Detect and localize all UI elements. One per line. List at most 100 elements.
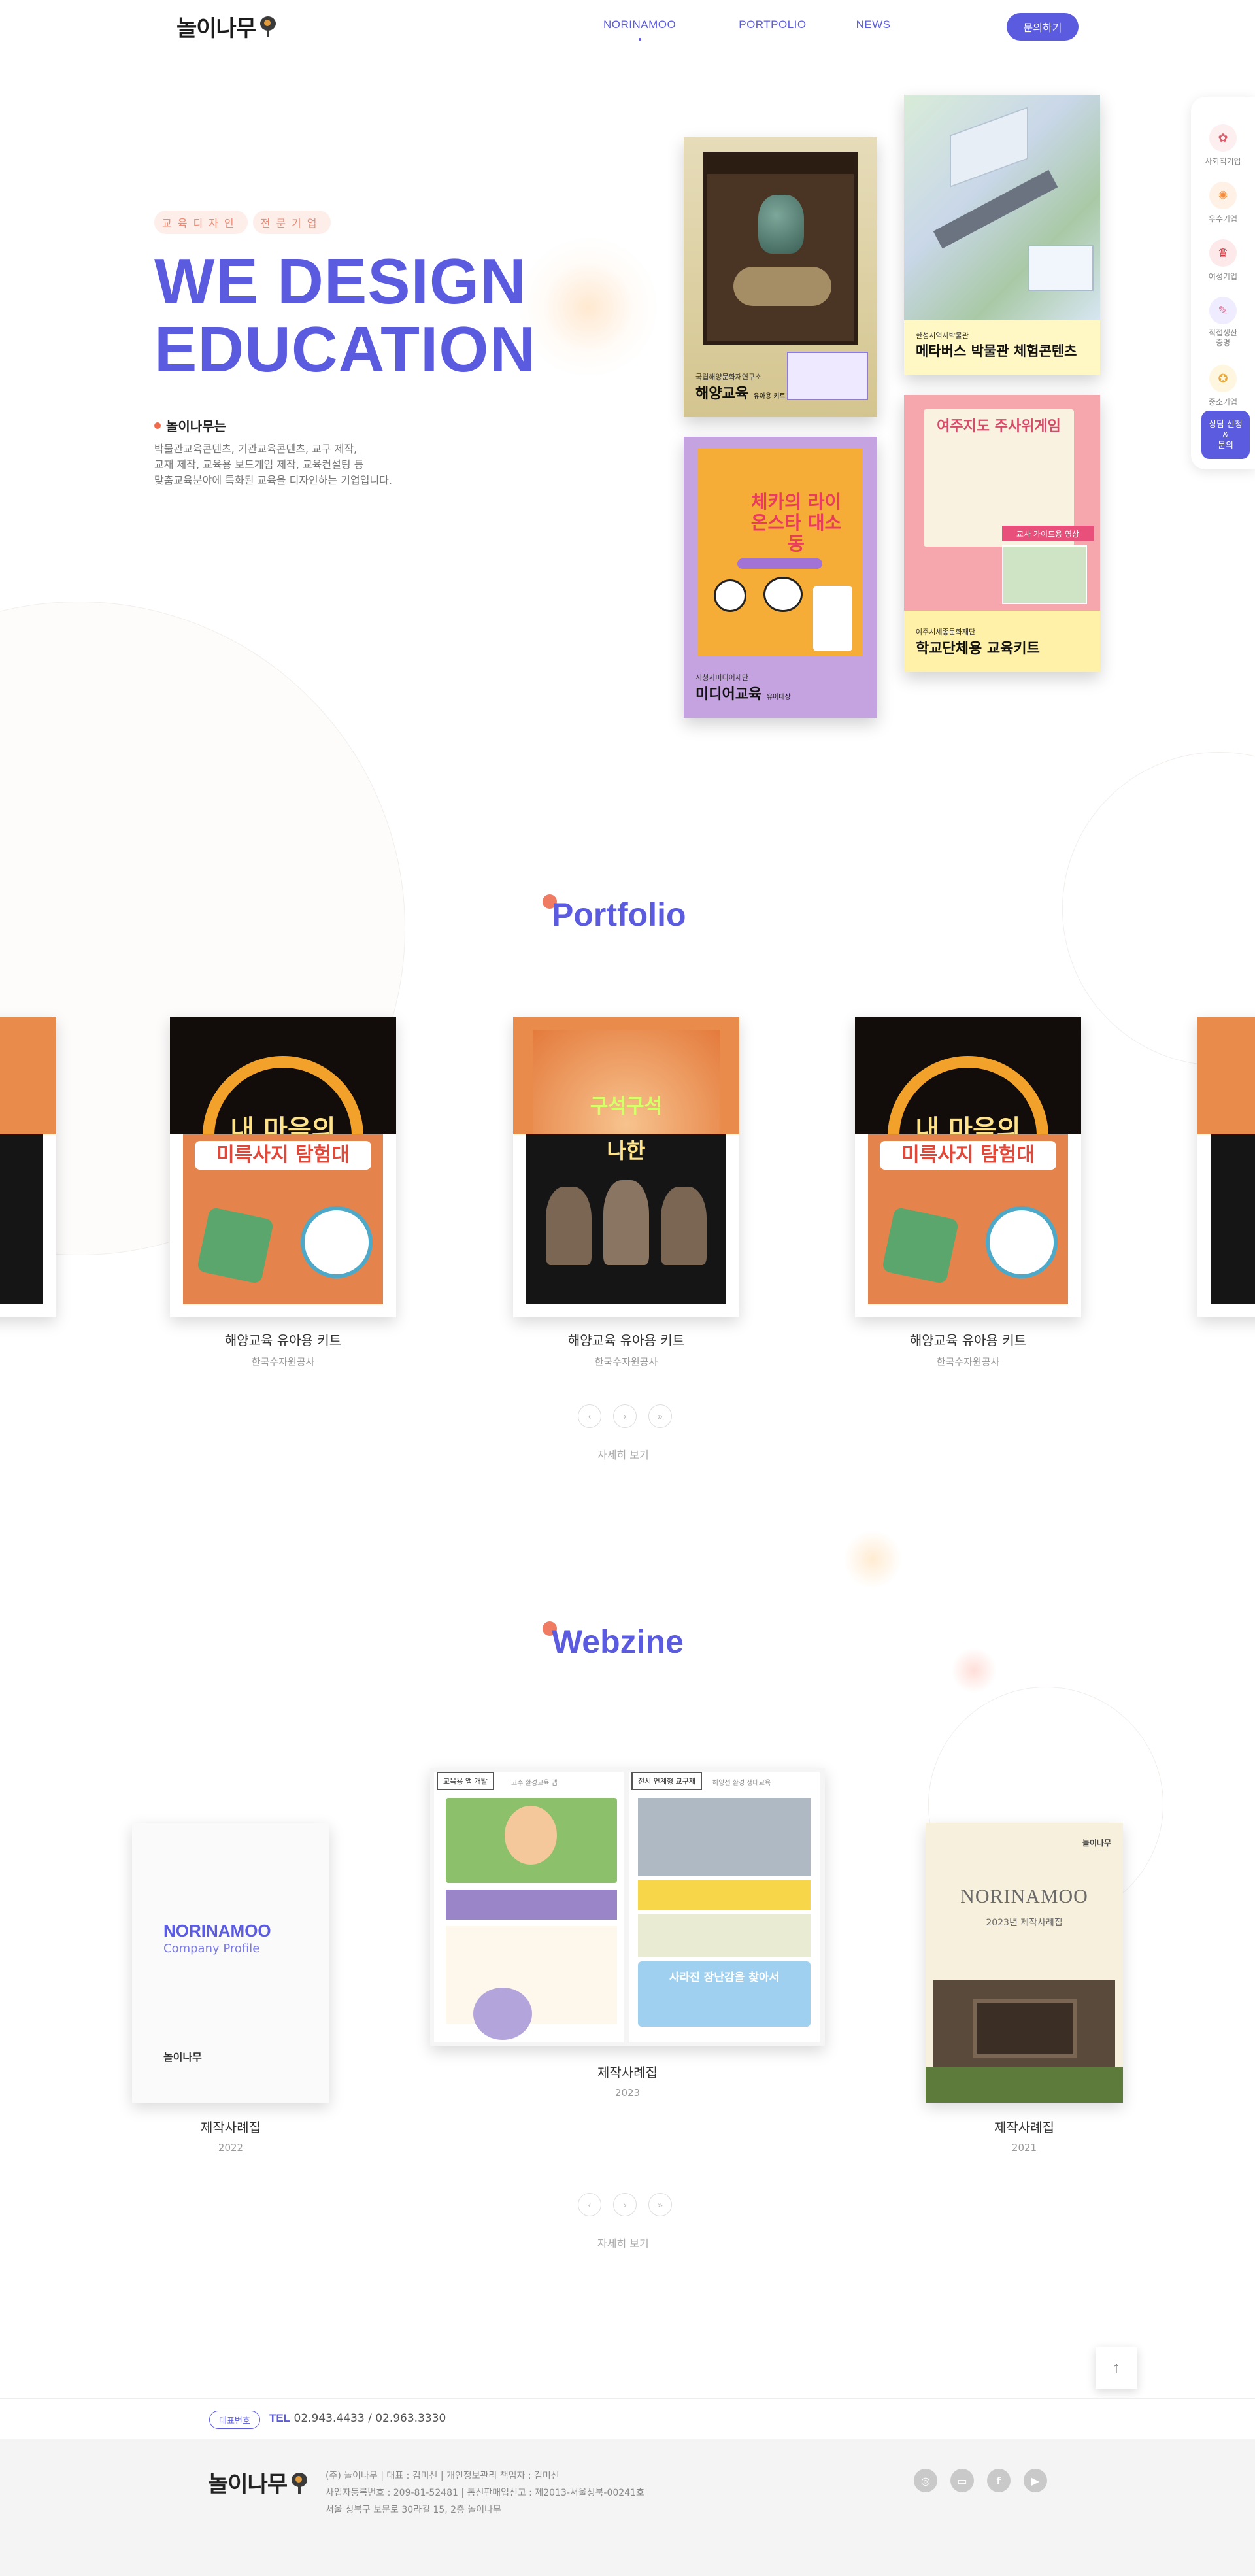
site-footer: 놀이나무 (주) 놀이나무 | 대표 : 김미선 | 개인정보관리 책임자 : … bbox=[0, 2439, 1255, 2576]
tel-value: 02.943.4433 / 02.963.3330 bbox=[293, 2412, 446, 2425]
tel-label: TEL bbox=[269, 2412, 291, 2424]
portfolio-card[interactable]: 내 마음의 미륵사지 탐험대 bbox=[855, 1017, 1081, 1317]
quick-label: 여성기업 bbox=[1208, 272, 1238, 281]
portfolio-card-title[interactable]: 해양교육 유아용 키트 bbox=[513, 1330, 739, 1349]
boardgame-cover: 여주지도 주사위게임 교사 가이드용 영상 bbox=[904, 395, 1100, 611]
cover-subtitle: Company Profile bbox=[163, 1942, 260, 1956]
portfolio-more-link[interactable]: 자세히 보기 bbox=[597, 1446, 649, 1462]
cover-brand: NORINAMOO bbox=[960, 1886, 1088, 1907]
portfolio-card[interactable]: 내 마음의 미륵사지 탐험대 bbox=[170, 1017, 396, 1317]
portfolio-card-title[interactable]: 해양교육 유아용 키트 bbox=[855, 1330, 1081, 1349]
prev-arrow-icon[interactable]: ‹ bbox=[578, 2193, 601, 2216]
book-caption: 한성시역사박물관 메타버스 박물관 체험콘텐츠 bbox=[916, 330, 1077, 360]
webzine-card-title[interactable]: 제작사례집 bbox=[132, 2117, 329, 2136]
next-arrow-icon[interactable]: » bbox=[648, 1404, 672, 1428]
book-caption: 국립해양문화재연구소 해양교육 유아용 키트 bbox=[695, 371, 786, 403]
webzine-card-featured[interactable]: 교육용 앱 개발 고수 환경교육 앱 전시 연계형 교구재 해양선 환경 생태교… bbox=[430, 1768, 825, 2046]
bg-glow-webzine bbox=[951, 1648, 997, 1693]
pause-button[interactable]: › bbox=[613, 2193, 637, 2216]
quick-label: 우수기업 bbox=[1208, 214, 1238, 224]
pause-button[interactable]: › bbox=[613, 1404, 637, 1428]
tree-icon bbox=[258, 15, 278, 37]
page-sub: 고수 환경교육 앱 bbox=[511, 1780, 558, 1787]
sme-icon: ✪ bbox=[1209, 365, 1237, 392]
cover-logo: 놀이나무 bbox=[163, 2051, 202, 2063]
bullet-dot-icon bbox=[154, 422, 161, 429]
company-info-line: (주) 놀이나무 | 대표 : 김미선 | 개인정보관리 책임자 : 김미선 bbox=[326, 2471, 560, 2481]
hero-subtitle-text: 놀이나무는 bbox=[166, 418, 226, 434]
quick-item-excellent[interactable]: ✺ 우수기업 bbox=[1191, 182, 1255, 224]
webzine-card[interactable]: NORINAMOO Company Profile 놀이나무 bbox=[132, 1823, 329, 2103]
nav-item-portfolio[interactable]: PORTPOLIO bbox=[739, 18, 806, 31]
chest-image bbox=[703, 152, 858, 345]
quick-item-sme[interactable]: ✪ 중소기업 bbox=[1191, 365, 1255, 407]
production-cert-icon: ✎ bbox=[1209, 297, 1237, 324]
back-to-top-button[interactable]: ↑ bbox=[1096, 2347, 1137, 2389]
cover-title: 여주지도 주사위게임 bbox=[937, 418, 1061, 435]
hero-title-line: EDUCATION bbox=[154, 313, 537, 385]
portfolio-card-title[interactable]: 해양교육 유아용 키트 bbox=[170, 1330, 396, 1349]
webzine-more-link[interactable]: 자세히 보기 bbox=[597, 2235, 649, 2250]
hero-title: WE DESIGN EDUCATION bbox=[154, 247, 536, 383]
hero-title-line: WE DESIGN bbox=[154, 245, 527, 317]
portfolio-card-partial-left[interactable] bbox=[0, 1017, 56, 1317]
cover-subtitle: 2023년 제작사례집 bbox=[986, 1918, 1063, 1928]
book-left-page: 교육용 앱 개발 고수 환경교육 앱 bbox=[434, 1772, 624, 2042]
social-enterprise-icon: ✿ bbox=[1209, 124, 1237, 152]
hero-book-marine[interactable]: 국립해양문화재연구소 해양교육 유아용 키트 bbox=[684, 137, 877, 417]
quick-item-production[interactable]: ✎ 직접생산 증명 bbox=[1191, 297, 1255, 348]
webzine-card-title[interactable]: 제작사례집 bbox=[926, 2117, 1123, 2136]
book-sub: 여주시세종문화재단 bbox=[916, 628, 976, 636]
book-sub: 국립해양문화재연구소 bbox=[695, 373, 762, 381]
main-nav: NORINAMOO PORTPOLIO NEWS bbox=[603, 18, 891, 41]
site-logo[interactable]: 놀이나무 bbox=[176, 12, 278, 42]
portfolio-pager: ‹ › » bbox=[578, 1404, 672, 1428]
card-cover-subtitle: 미륵사지 탐험대 bbox=[880, 1141, 1056, 1170]
quick-item-women[interactable]: ♛ 여성기업 bbox=[1191, 239, 1255, 282]
footer-logo[interactable]: 놀이나무 bbox=[208, 2466, 309, 2498]
contact-button[interactable]: 문의하기 bbox=[1007, 13, 1079, 41]
portfolio-card-partial-right[interactable] bbox=[1197, 1017, 1255, 1317]
hero-description: 박물관교육콘텐츠, 기관교육콘텐츠, 교구 제작, 교재 제작, 교육용 보드게… bbox=[154, 441, 392, 488]
webzine-card-title[interactable]: 제작사례집 bbox=[430, 2062, 825, 2081]
page: 놀이나무 NORINAMOO PORTPOLIO NEWS 문의하기 교육디자인… bbox=[0, 0, 1255, 2576]
portfolio-card[interactable]: 구석구석 나한 bbox=[513, 1017, 739, 1317]
webzine-card-year: 2022 bbox=[218, 2142, 244, 2154]
nav-item-news[interactable]: NEWS bbox=[856, 18, 891, 31]
hero-subtitle: 놀이나무는 bbox=[154, 416, 226, 435]
video-thumb bbox=[787, 352, 868, 400]
hero-desc-line: 교재 제작, 교육용 보드게임 제작, 교육컨설팅 등 bbox=[154, 458, 364, 471]
site-header: 놀이나무 NORINAMOO PORTPOLIO NEWS 문의하기 bbox=[0, 0, 1255, 56]
book-main: 메타버스 박물관 체험콘텐츠 bbox=[916, 343, 1077, 359]
cover-badge: 교사 가이드용 영상 bbox=[1002, 526, 1094, 541]
next-arrow-icon[interactable]: » bbox=[648, 2193, 672, 2216]
excellent-company-icon: ✺ bbox=[1209, 182, 1237, 209]
company-info: (주) 놀이나무 | 대표 : 김미선 | 개인정보관리 책임자 : 김미선 사… bbox=[326, 2467, 644, 2518]
webzine-card[interactable]: 놀이나무 NORINAMOO 2023년 제작사례집 bbox=[926, 1823, 1123, 2103]
book-main: 미디어교육 유아대상 bbox=[695, 686, 791, 703]
portfolio-card-org: 한국수자원공사 bbox=[251, 1356, 315, 1368]
company-info-line: 서울 성북구 보문로 30라길 15, 2층 놀이나무 bbox=[326, 2505, 501, 2515]
page-sub: 해양선 환경 생태교육 bbox=[712, 1780, 771, 1787]
tel-badge: 대표번호 bbox=[209, 2411, 260, 2429]
bg-glow-mid bbox=[843, 1530, 902, 1589]
webzine-title: Webzine bbox=[552, 1623, 684, 1660]
nav-item-norinamoo[interactable]: NORINAMOO bbox=[603, 18, 676, 41]
quick-item-social[interactable]: ✿ 사회적기업 bbox=[1191, 124, 1255, 167]
book-caption: 시청자미디어재단 미디어교육 유아대상 bbox=[695, 672, 791, 703]
book-main: 학교단체용 교육키트 bbox=[916, 641, 1040, 657]
instagram-icon[interactable]: ◎ bbox=[914, 2469, 937, 2492]
tel-bar: 대표번호 TEL 02.943.4433 / 02.963.3330 bbox=[0, 2398, 1255, 2439]
consult-button[interactable]: 상담 신청 & 문의 bbox=[1201, 411, 1250, 459]
logo-text: 놀이나무 bbox=[176, 15, 256, 42]
hero-book-media[interactable]: 체카의 라이온스타 대소동 시청자미디어재단 미디어교육 유아대상 bbox=[684, 437, 877, 718]
tel-numbers[interactable]: TEL 02.943.4433 / 02.963.3330 bbox=[269, 2412, 446, 2425]
hero-book-schoolkit[interactable]: 여주지도 주사위게임 교사 가이드용 영상 여주시세종문화재단 학교단체용 교육… bbox=[904, 395, 1100, 672]
hero-book-metaverse[interactable]: 한성시역사박물관 메타버스 박물관 체험콘텐츠 bbox=[904, 95, 1100, 375]
prev-arrow-icon[interactable]: ‹ bbox=[578, 1404, 601, 1428]
hero-tag: 교육디자인 bbox=[154, 211, 248, 234]
youtube-icon[interactable]: ▶ bbox=[1024, 2469, 1047, 2492]
facebook-icon[interactable]: f bbox=[987, 2469, 1011, 2492]
book-sub: 한성시역사박물관 bbox=[916, 331, 969, 340]
blog-icon[interactable]: ▭ bbox=[950, 2469, 974, 2492]
